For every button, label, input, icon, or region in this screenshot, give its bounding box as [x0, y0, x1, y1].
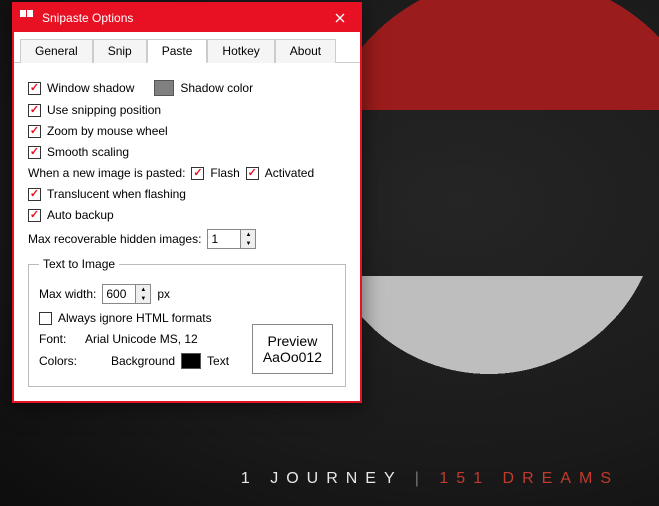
- app-icon: [20, 10, 36, 26]
- close-icon: [335, 13, 345, 23]
- spin-up-icon[interactable]: ▲: [136, 285, 150, 294]
- checkbox-smooth-scaling[interactable]: [28, 146, 41, 159]
- tab-about[interactable]: About: [275, 39, 336, 63]
- wallpaper-art-bottom: [329, 180, 649, 420]
- label-use-snipping-position: Use snipping position: [47, 103, 161, 117]
- label-ignore-html: Always ignore HTML formats: [58, 311, 212, 325]
- tagline-part2: 151 DREAMS: [439, 470, 619, 487]
- label-shadow-color: Shadow color: [180, 81, 253, 95]
- max-recoverable-stepper[interactable]: ▲ ▼: [207, 229, 256, 249]
- label-max-width: Max width:: [39, 287, 96, 301]
- font-value[interactable]: Arial Unicode MS, 12: [85, 332, 198, 346]
- label-max-recoverable: Max recoverable hidden images:: [28, 232, 201, 246]
- tab-general[interactable]: General: [20, 39, 93, 63]
- wallpaper-tagline: 1 JOURNEY | 151 DREAMS: [241, 470, 619, 488]
- label-colors: Colors:: [39, 354, 79, 368]
- spin-up-icon[interactable]: ▲: [241, 230, 255, 239]
- checkbox-flash[interactable]: [191, 167, 204, 180]
- label-activated: Activated: [265, 166, 314, 180]
- font-preview-box: Preview AaOo012: [252, 324, 333, 374]
- label-font: Font:: [39, 332, 79, 346]
- text-color-button[interactable]: Text: [207, 354, 229, 368]
- max-width-stepper[interactable]: ▲ ▼: [102, 284, 151, 304]
- label-px: px: [157, 287, 170, 301]
- max-recoverable-input[interactable]: [208, 230, 240, 248]
- label-translucent: Translucent when flashing: [47, 187, 186, 201]
- label-window-shadow: Window shadow: [47, 81, 134, 95]
- tagline-sep: |: [402, 470, 439, 487]
- tab-bar: General Snip Paste Hotkey About: [14, 32, 360, 63]
- checkbox-translucent[interactable]: [28, 188, 41, 201]
- tab-snip[interactable]: Snip: [93, 39, 147, 63]
- preview-line2: AaOo012: [263, 349, 322, 365]
- titlebar[interactable]: Snipaste Options: [14, 4, 360, 32]
- checkbox-use-snipping-position[interactable]: [28, 104, 41, 117]
- tab-panel-paste: Window shadow Shadow color Use snipping …: [14, 69, 360, 401]
- label-when-pasted: When a new image is pasted:: [28, 166, 185, 180]
- close-button[interactable]: [320, 4, 360, 32]
- spin-down-icon[interactable]: ▼: [241, 239, 255, 248]
- tagline-part1: 1 JOURNEY: [241, 470, 403, 487]
- tab-hotkey[interactable]: Hotkey: [207, 39, 274, 63]
- window-title: Snipaste Options: [42, 11, 320, 25]
- tab-paste[interactable]: Paste: [147, 39, 208, 63]
- checkbox-activated[interactable]: [246, 167, 259, 180]
- shadow-color-swatch[interactable]: [154, 80, 174, 96]
- group-text-to-image: Text to Image Max width: ▲ ▼ px Always i…: [28, 257, 346, 387]
- max-width-input[interactable]: [103, 285, 135, 303]
- preview-line1: Preview: [263, 333, 322, 349]
- label-auto-backup: Auto backup: [47, 208, 114, 222]
- text-color-swatch[interactable]: [181, 353, 201, 369]
- label-flash: Flash: [210, 166, 239, 180]
- checkbox-window-shadow[interactable]: [28, 82, 41, 95]
- checkbox-ignore-html[interactable]: [39, 312, 52, 325]
- background-color-button[interactable]: Background: [111, 354, 175, 368]
- label-zoom-mouse-wheel: Zoom by mouse wheel: [47, 124, 168, 138]
- legend-text-to-image: Text to Image: [39, 257, 119, 271]
- label-smooth-scaling: Smooth scaling: [47, 145, 129, 159]
- spin-down-icon[interactable]: ▼: [136, 294, 150, 303]
- options-window: Snipaste Options General Snip Paste Hotk…: [12, 2, 362, 403]
- checkbox-auto-backup[interactable]: [28, 209, 41, 222]
- checkbox-zoom-mouse-wheel[interactable]: [28, 125, 41, 138]
